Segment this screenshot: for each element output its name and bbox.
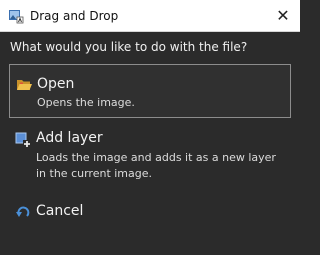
- title-bar[interactable]: Drag and Drop ✕: [0, 0, 300, 32]
- add-layer-option-button[interactable]: Add layer Loads the image and adds it as…: [9, 126, 291, 186]
- drag-drop-dialog: Drag and Drop ✕ What would you like to d…: [0, 0, 300, 255]
- cancel-option-button[interactable]: Cancel: [9, 198, 291, 226]
- image-app-icon: [9, 10, 24, 24]
- open-option-button[interactable]: Open Opens the image.: [9, 64, 291, 118]
- window-title: Drag and Drop: [30, 9, 119, 23]
- add-layer-icon: [15, 132, 31, 148]
- cancel-option-title: Cancel: [36, 203, 84, 219]
- open-option-title: Open: [37, 76, 75, 92]
- dialog-prompt: What would you like to do with the file?: [10, 40, 248, 54]
- add-layer-option-title: Add layer: [36, 130, 103, 146]
- close-icon: ✕: [276, 6, 290, 25]
- folder-open-icon: [17, 80, 32, 90]
- add-layer-option-description: Loads the image and adds it as a new lay…: [36, 151, 276, 180]
- close-button[interactable]: ✕: [266, 0, 300, 31]
- undo-arrow-icon: [16, 206, 30, 217]
- open-option-description: Opens the image.: [37, 96, 135, 109]
